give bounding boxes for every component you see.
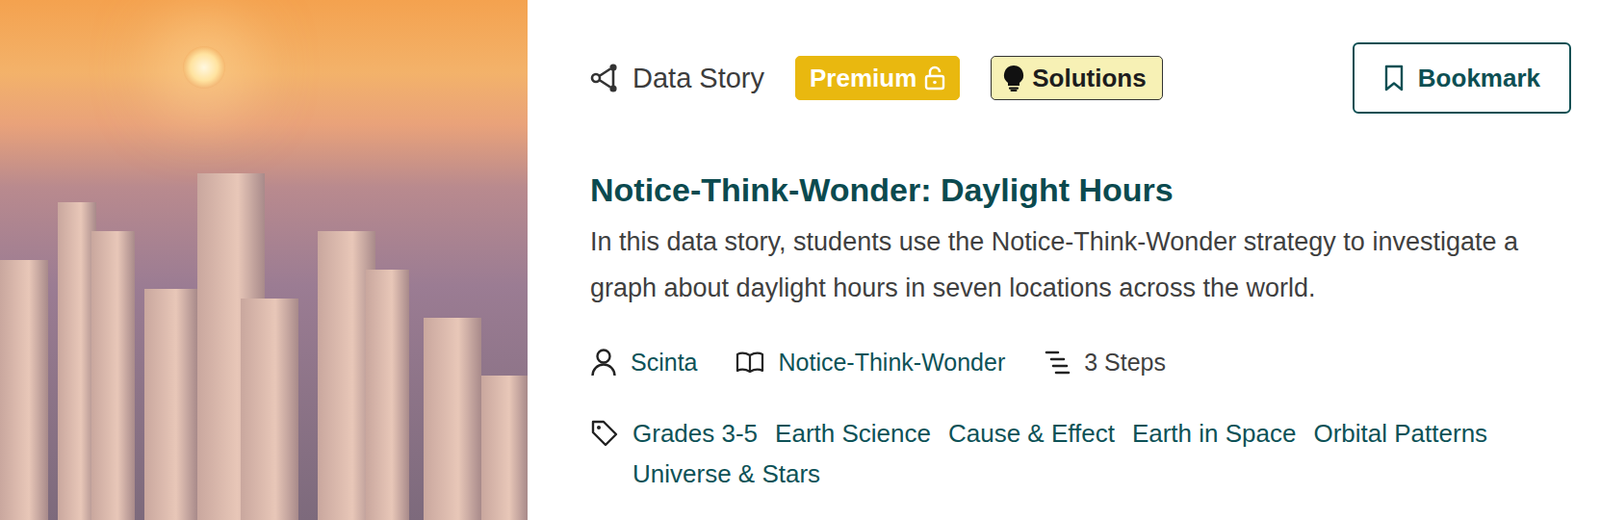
bookmark-button[interactable]: Bookmark [1352,42,1572,114]
building [0,259,49,520]
person-icon [590,347,618,377]
bookmark-icon [1383,64,1405,92]
resource-type: Data Story [590,62,765,95]
tag-icon [590,418,620,448]
steps-icon [1043,349,1071,375]
sun [182,46,226,89]
tag-link[interactable]: Earth Science [774,412,931,454]
badge-label: Solutions [1032,63,1146,94]
tag-link[interactable]: Earth in Space [1132,412,1297,454]
meta-label[interactable]: Notice-Think-Wonder [777,344,1006,380]
building [91,231,135,520]
tag-link[interactable]: Grades 3-5 [632,412,758,454]
tag-link[interactable]: Cause & Effect [948,412,1115,454]
meta-author[interactable]: Scinta [590,344,697,380]
resource-description: In this data story, students use the Not… [590,218,1572,311]
lock-icon [924,65,946,91]
premium-badge: Premium [795,55,960,101]
building [57,202,97,520]
meta-collection[interactable]: Notice-Think-Wonder [735,344,1006,380]
top-row: Data Story Premium Solutions Bookmark [590,42,1572,114]
data-story-icon [590,62,620,94]
tags-row: Grades 3-5 Earth Science Cause & Effect Ear… [590,412,1572,494]
building [240,298,299,520]
building [144,288,198,520]
building [481,375,528,520]
resource-card: Data Story Premium Solutions Bookmark Notice… [527,0,1600,520]
lightbulb-icon [1003,64,1025,92]
tag-list: Grades 3-5 Earth Science Cause & Effect Ear… [632,412,1572,494]
building [365,269,410,520]
meta-label: 3 Steps [1083,344,1166,380]
tag-link[interactable]: Universe & Stars [632,453,821,494]
meta-label[interactable]: Scinta [630,344,697,380]
tag-link[interactable]: Orbital Patterns [1313,412,1488,454]
building [423,317,482,520]
bookmark-label[interactable]: Bookmark [1418,63,1541,94]
meta-steps: 3 Steps [1043,344,1166,380]
resource-type-label: Data Story [632,62,765,95]
solutions-badge: Solutions [990,55,1162,101]
cover-photo [0,0,528,520]
resource-title[interactable]: Notice-Think-Wonder: Daylight Hours [590,168,1572,211]
meta-row: Scinta Notice-Think-Wonder 3 Steps [590,344,1572,380]
book-icon [735,350,765,374]
badge-label: Premium [809,63,917,94]
